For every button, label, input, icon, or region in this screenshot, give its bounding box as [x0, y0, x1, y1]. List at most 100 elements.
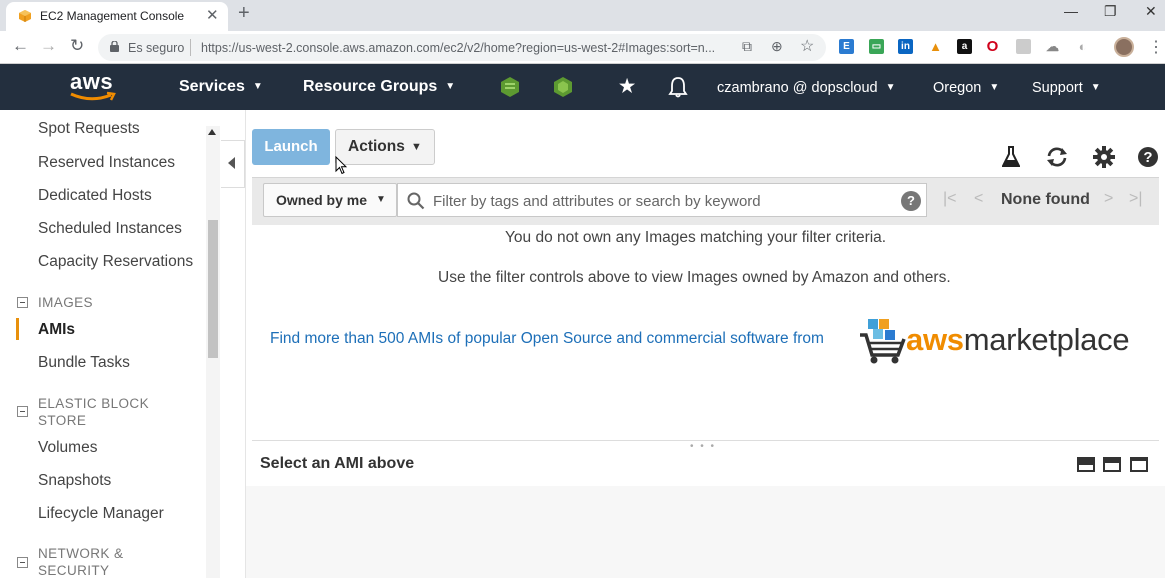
sidebar-item-amis[interactable]: AMIs [38, 321, 75, 339]
resource-groups-label: Resource Groups [303, 78, 438, 95]
chevron-down-icon: ▼ [411, 141, 422, 153]
services-label: Services [179, 78, 245, 95]
services-menu[interactable]: Services ▼ [179, 78, 263, 96]
sidebar-item-reserved-instances[interactable]: Reserved Instances [38, 154, 175, 172]
extension-inbox-icon[interactable]: ▭ [869, 39, 884, 54]
owned-by-select[interactable]: Owned by me ▼ [263, 183, 397, 217]
support-menu[interactable]: Support ▼ [1032, 80, 1101, 96]
region-menu[interactable]: Oregon ▼ [933, 80, 999, 96]
amazon-extension-icon[interactable]: a [957, 39, 972, 54]
chevron-down-icon: ▼ [885, 82, 896, 93]
active-indicator [16, 318, 19, 340]
marketplace-logo-aws: aws [906, 322, 964, 357]
close-tab-icon[interactable]: ✕ [206, 6, 219, 24]
support-label: Support [1032, 80, 1083, 96]
empty-hint: Use the filter controls above to view Im… [438, 269, 951, 286]
section-ebs-line2: STORE [38, 413, 87, 428]
extension-doc-icon[interactable] [1016, 39, 1031, 54]
pin-star-icon[interactable]: ★ [619, 76, 635, 97]
section-images: IMAGES [38, 295, 93, 310]
resource-groups-menu[interactable]: Resource Groups ▼ [303, 78, 455, 96]
extension-cloud-icon[interactable]: ☁ [1045, 39, 1060, 54]
collapse-ebs-icon[interactable] [17, 406, 28, 417]
pager-status: None found [1001, 191, 1090, 208]
notification-bell-icon[interactable] [668, 76, 688, 98]
drag-handle-icon[interactable]: • • • [690, 441, 716, 452]
filter-bar: Owned by me ▼ ? |< < None found > >| [252, 177, 1159, 225]
last-page-icon[interactable]: >| [1129, 190, 1143, 208]
refresh-icon[interactable] [1045, 146, 1069, 168]
search-input[interactable] [433, 191, 888, 211]
section-network-line1: NETWORK & [38, 546, 124, 561]
marketplace-cart-icon[interactable] [858, 317, 908, 365]
actions-label: Actions [348, 138, 405, 155]
first-page-icon[interactable]: |< [943, 190, 957, 208]
actions-button[interactable]: Actions ▼ [335, 129, 435, 165]
browser-tab[interactable]: EC2 Management Console ✕ [6, 2, 228, 31]
launch-button[interactable]: Launch [252, 129, 330, 165]
account-menu[interactable]: czambrano @ dopscloud ▼ [717, 80, 896, 96]
restore-icon[interactable]: ❐ [1104, 3, 1117, 20]
secure-label: Es seguro [128, 41, 185, 55]
browser-menu-icon[interactable]: ⋮ [1148, 37, 1164, 57]
url-text[interactable]: https://us-west-2.console.aws.amazon.com… [201, 41, 715, 55]
layout-full-icon[interactable] [1130, 457, 1148, 472]
service-shortcut-icon-1[interactable] [499, 76, 521, 98]
zoom-icon[interactable]: ⊕ [771, 38, 783, 55]
search-box[interactable]: ? [397, 183, 927, 217]
sidebar-item-dedicated-hosts[interactable]: Dedicated Hosts [38, 187, 152, 205]
forward-icon[interactable]: → [40, 36, 57, 56]
reload-icon[interactable]: ↻ [70, 36, 84, 56]
scroll-up-icon[interactable] [208, 129, 216, 135]
search-help-icon[interactable]: ? [901, 191, 921, 211]
sidebar-item-spot-requests[interactable]: Spot Requests [38, 120, 140, 138]
collapse-images-icon[interactable] [17, 297, 28, 308]
sidebar-item-scheduled-instances[interactable]: Scheduled Instances [38, 220, 182, 238]
minimize-icon[interactable]: — [1064, 3, 1078, 19]
address-bar[interactable]: Es seguro https://us-west-2.console.aws.… [98, 34, 826, 61]
next-page-icon[interactable]: > [1104, 190, 1113, 208]
tab-title: EC2 Management Console [40, 9, 185, 23]
sidebar-item-capacity-reservations[interactable]: Capacity Reservations [38, 253, 193, 271]
window-close-icon[interactable]: ✕ [1145, 3, 1157, 20]
mouse-cursor-icon [335, 156, 347, 175]
section-ebs-line1: ELASTIC BLOCK [38, 396, 149, 411]
translate-icon[interactable]: ⧉ [742, 38, 752, 55]
marketplace-logo[interactable]: awsmarketplace [906, 322, 1130, 358]
service-shortcut-icon-2[interactable] [552, 76, 574, 98]
empty-message: You do not own any Images matching your … [505, 229, 887, 246]
browser-toolbar: ← → ↻ Es seguro https://us-west-2.consol… [0, 31, 1165, 64]
url-separator [190, 39, 191, 56]
sidebar-item-bundle-tasks[interactable]: Bundle Tasks [38, 354, 130, 372]
detail-pane [246, 486, 1165, 578]
sidebar-collapse-toggle[interactable] [221, 140, 245, 188]
sidebar-item-lifecycle-manager[interactable]: Lifecycle Manager [38, 505, 164, 523]
prev-page-icon[interactable]: < [974, 190, 983, 208]
sidebar-item-snapshots[interactable]: Snapshots [38, 472, 111, 490]
help-icon[interactable]: ? [1137, 146, 1159, 168]
region-label: Oregon [933, 80, 982, 96]
sidebar: Spot Requests Reserved Instances Dedicat… [0, 110, 220, 578]
detail-pane-title: Select an AMI above [260, 455, 415, 472]
linkedin-icon[interactable]: in [898, 39, 913, 54]
sidebar-item-volumes[interactable]: Volumes [38, 439, 97, 457]
layout-bottom-icon[interactable] [1077, 457, 1095, 472]
lock-icon [110, 41, 119, 52]
marketplace-link[interactable]: Find more than 500 AMIs of popular Open … [270, 330, 824, 348]
new-tab-icon[interactable]: + [238, 2, 250, 25]
owned-by-value: Owned by me [276, 192, 368, 208]
layout-split-icon[interactable] [1103, 457, 1121, 472]
sidebar-scroll-thumb[interactable] [208, 220, 218, 358]
extension-triangle-icon[interactable]: ▲ [928, 39, 943, 54]
extension-e-icon[interactable]: E [839, 39, 854, 54]
settings-gear-icon[interactable] [1093, 146, 1115, 168]
profile-avatar[interactable] [1114, 37, 1134, 57]
opera-icon[interactable]: O [985, 39, 1000, 54]
flask-icon[interactable] [1002, 146, 1020, 168]
collapse-network-icon[interactable] [17, 557, 28, 568]
back-icon[interactable]: ← [12, 36, 29, 56]
aws-navbar: aws Services ▼ Resource Groups ▼ ★ czambra… [0, 64, 1165, 110]
bookmark-star-icon[interactable]: ☆ [800, 36, 814, 56]
extension-circle-icon[interactable]: ◐ [1075, 39, 1090, 54]
chevron-left-icon [228, 157, 235, 169]
